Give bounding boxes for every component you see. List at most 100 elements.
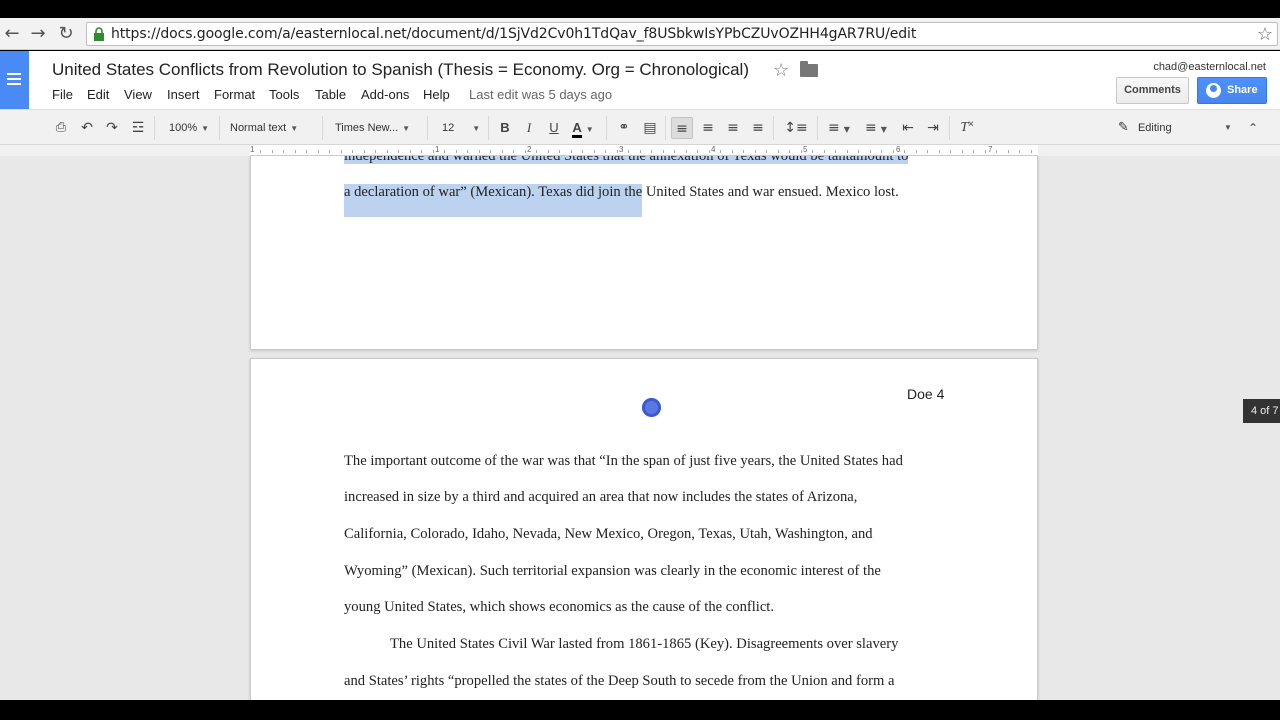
line-spacing-icon[interactable]: ↕≡ xyxy=(781,117,811,139)
font-value: Times New... xyxy=(335,122,399,134)
align-center-icon[interactable]: ≡ xyxy=(698,117,718,139)
italic-icon[interactable]: I xyxy=(520,117,538,139)
selected-text[interactable]: a declaration of war” (Mexican). Texas d… xyxy=(344,184,643,217)
numbered-list-icon[interactable]: ≡ ▼ xyxy=(823,117,855,139)
menu-format[interactable]: Format xyxy=(214,87,255,102)
text-line[interactable]: a declaration of war” (Mexican). Texas d… xyxy=(344,184,899,217)
address-bar[interactable]: https://docs.google.com/a/easternlocal.n… xyxy=(86,22,1278,46)
menu-edit[interactable]: Edit xyxy=(87,87,109,102)
style-value: Normal text xyxy=(230,122,287,134)
ruler-tick xyxy=(594,150,595,153)
clear-formatting-icon[interactable]: T˟ xyxy=(957,117,977,139)
redo-icon[interactable]: ↷ xyxy=(103,117,121,139)
text-color-icon[interactable]: A ▼ xyxy=(568,117,598,139)
menu-table[interactable]: Table xyxy=(315,87,346,102)
ruler-tick xyxy=(1031,150,1032,153)
toolbar-separator xyxy=(322,116,323,140)
toolbar-separator xyxy=(949,116,950,140)
document-page[interactable]: Doe 4 The important outcome of the war w… xyxy=(250,358,1038,700)
ruler-tick xyxy=(421,150,422,153)
text-line[interactable]: increased in size by a third and acquire… xyxy=(344,489,857,506)
link-icon[interactable]: ⚭ xyxy=(614,117,634,139)
ruler[interactable]: 1 1 2 3 4 5 6 7 xyxy=(250,145,1038,156)
caret-down-icon: ▼ xyxy=(585,125,594,134)
menu-addons[interactable]: Add-ons xyxy=(361,87,409,102)
bold-icon[interactable]: B xyxy=(496,117,514,139)
ruler-tick xyxy=(605,150,606,153)
menu-tools[interactable]: Tools xyxy=(269,87,299,102)
font-size-select[interactable]: 12 ▼ xyxy=(442,117,482,139)
ruler-tick xyxy=(628,150,629,153)
undo-icon[interactable]: ↶ xyxy=(78,117,96,139)
ruler-tick xyxy=(640,150,641,153)
selected-text[interactable]: independence and warned the United State… xyxy=(344,156,909,164)
text-line[interactable]: young United States, which shows economi… xyxy=(344,599,774,616)
toolbar-separator xyxy=(219,116,220,140)
comments-button[interactable]: Comments xyxy=(1116,77,1189,104)
document-page[interactable]: independence and warned the United State… xyxy=(250,156,1038,350)
reload-icon[interactable]: ↻ xyxy=(56,24,76,44)
ruler-tick xyxy=(306,150,307,153)
share-button[interactable]: Share xyxy=(1197,77,1267,104)
ruler-tick xyxy=(375,150,376,153)
ruler-tick xyxy=(904,150,905,153)
star-icon[interactable]: ☆ xyxy=(773,60,789,81)
style-select[interactable]: Normal text ▼ xyxy=(230,117,312,139)
menu-view[interactable]: View xyxy=(124,87,152,102)
caret-down-icon: ▼ xyxy=(290,124,299,133)
screen-top-border xyxy=(0,0,1280,18)
font-size-value: 12 xyxy=(442,122,455,134)
docs-menu-icon[interactable] xyxy=(0,51,29,109)
align-left-icon[interactable]: ≡ xyxy=(671,117,693,139)
menu-help[interactable]: Help xyxy=(423,87,450,102)
ruler-tick xyxy=(559,150,560,153)
align-justify-icon[interactable]: ≡ xyxy=(748,117,768,139)
globe-icon xyxy=(1206,83,1221,98)
ruler-tick xyxy=(617,150,618,153)
ruler-tick xyxy=(444,150,445,153)
screen-bottom-border xyxy=(0,700,1280,720)
text-line[interactable]: The important outcome of the war was tha… xyxy=(344,453,903,470)
forward-arrow-icon[interactable]: → xyxy=(28,24,48,44)
ruler-tick xyxy=(893,150,894,153)
editing-mode-label: Editing xyxy=(1137,122,1172,134)
increase-indent-icon[interactable]: ⇥ xyxy=(923,117,943,139)
document-canvas[interactable]: independence and warned the United State… xyxy=(0,156,1280,700)
ruler-tick xyxy=(743,150,744,153)
mouse-cursor-highlight xyxy=(642,398,661,417)
font-select[interactable]: Times New... ▼ xyxy=(335,117,417,139)
text-line[interactable]: independence and warned the United State… xyxy=(344,156,909,165)
page-counter: 4 of 7 xyxy=(1243,399,1280,423)
menu-insert[interactable]: Insert xyxy=(167,87,200,102)
align-right-icon[interactable]: ≡ xyxy=(723,117,743,139)
bookmark-star-icon[interactable]: ☆ xyxy=(1257,24,1273,45)
back-arrow-icon[interactable]: ← xyxy=(2,24,22,44)
ruler-tick xyxy=(697,150,698,153)
paint-format-icon[interactable]: ☲ xyxy=(129,117,147,139)
zoom-select[interactable]: 100% ▼ xyxy=(169,117,217,139)
unselected-text[interactable]: United States and war ensued. Mexico los… xyxy=(642,184,899,200)
comment-icon[interactable]: ▤ xyxy=(640,117,660,139)
print-icon[interactable]: ⎙ xyxy=(52,117,70,139)
collapse-icon[interactable]: ⌃ xyxy=(1244,117,1262,139)
menu-file[interactable]: File xyxy=(52,87,73,102)
ruler-number: 1 xyxy=(435,145,440,154)
ruler-number: 6 xyxy=(896,145,901,154)
editing-mode-select[interactable]: ✎ Editing ▼ xyxy=(1118,117,1232,139)
underline-icon[interactable]: U xyxy=(545,117,563,139)
last-edit-status[interactable]: Last edit was 5 days ago xyxy=(469,87,612,102)
page-header[interactable]: Doe 4 xyxy=(907,386,944,402)
text-line[interactable]: Wyoming” (Mexican). Such territorial exp… xyxy=(344,563,881,580)
text-line[interactable]: and States’ rights “propelled the states… xyxy=(344,673,895,690)
folder-icon[interactable] xyxy=(800,61,818,77)
ruler-tick xyxy=(766,150,767,153)
ruler-tick xyxy=(847,150,848,153)
ruler-tick xyxy=(341,150,342,153)
text-line[interactable]: California, Colorado, Idaho, Nevada, New… xyxy=(344,526,873,543)
text-line[interactable]: The United States Civil War lasted from … xyxy=(390,636,898,653)
decrease-indent-icon[interactable]: ⇤ xyxy=(898,117,918,139)
bulleted-list-icon[interactable]: ≡ ▼ xyxy=(860,117,892,139)
document-title[interactable]: United States Conflicts from Revolution … xyxy=(52,60,749,80)
user-email[interactable]: chad@easternlocal.net xyxy=(1153,61,1266,73)
ruler-tick xyxy=(536,150,537,153)
